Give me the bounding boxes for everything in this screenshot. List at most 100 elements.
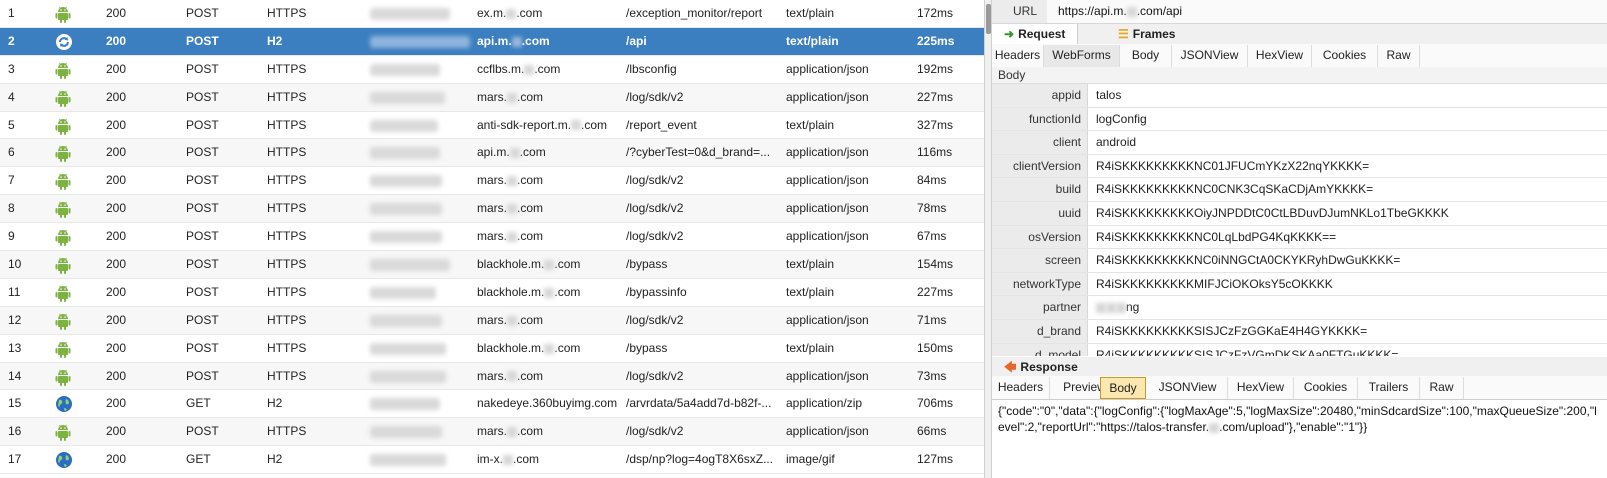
method: POST [186,61,219,76]
arrow-left-icon: 🡄 [1004,360,1017,374]
url-label: URL [992,0,1047,23]
request-tab-jsonview[interactable]: JSONView [1172,45,1248,67]
response-tab-body[interactable]: Body [1100,377,1146,399]
form-row[interactable]: client android [992,131,1607,155]
session-number: 12 [8,312,22,327]
form-row[interactable]: d_model R4iSKKKKKKKKKSISJCzFzVGmDKSKAa0FT… [992,343,1607,356]
session-row[interactable]: 1 200 POST HTTPS ex.m. .com/exception_monitor… [0,0,984,28]
form-key: appid [992,84,1088,107]
redacted-mask [544,259,555,270]
content-type: text/plain [786,33,839,48]
content-type: application/zip [786,396,863,411]
protocol: HTTPS [267,145,307,160]
result-code: 200 [106,201,127,216]
form-key: functionId [992,107,1088,131]
response-tab-headers[interactable]: Headers [992,377,1050,399]
request-tab-hexview[interactable]: HexView [1248,45,1312,67]
refresh-icon [55,33,75,51]
form-key: d_brand [992,319,1088,343]
url-path: /report_event [626,117,697,132]
redacted-remote-ip [370,175,442,188]
redacted-mask [503,455,513,466]
response-tab-hexview[interactable]: HexView [1228,377,1294,399]
response-tab-raw[interactable]: Raw [1420,377,1464,399]
form-row[interactable]: functionId logConfig [992,107,1607,132]
session-number: 11 [8,284,21,299]
redacted-remote-ip [370,91,445,104]
response-tab-jsonview[interactable]: JSONView [1148,377,1228,399]
session-row[interactable]: 6 200 POST HTTPS api.m. .com /?cyberTest=0&d_b… [0,139,984,168]
request-tab-body[interactable]: Body [1120,45,1172,67]
result-code: 200 [106,396,127,411]
scrollbar-thumb[interactable] [986,4,991,34]
session-row[interactable]: 17 200 GET H2 im-x. .com/dsp/np?log=4ogT8X6sx… [0,446,984,475]
session-row[interactable]: 16 200 POST HTTPS mars. .com/log/sdk/v2 applic… [0,418,984,447]
session-row[interactable]: 8 200 POST HTTPS mars. .com/log/sdk/v2 applica… [0,195,984,224]
session-row[interactable]: 2 200 POST H2 api.m. .com/api text/plain 225ms [0,27,984,56]
url-value[interactable]: https://api.m. .com/api [1058,0,1182,23]
form-row[interactable]: networkType R4iSKKKKKKKKKMIFJCiOKOksY5cOK… [992,272,1607,297]
form-row[interactable]: appid talos [992,84,1607,108]
session-row[interactable]: 3 200 POST HTTPS ccflbs.m. .com/lbsconfig appl… [0,55,984,84]
form-row[interactable]: osVersion R4iSKKKKKKKKKNC0LqLbdPG4KqKKKK=… [992,225,1607,250]
response-tab-cookies[interactable]: Cookies [1294,377,1358,399]
session-row[interactable]: 13 200 POST HTTPS blackhole.m. .com/bypass tex… [0,334,984,363]
host: api.m. .com [477,145,546,160]
protocol: HTTPS [267,312,307,327]
tab-frames-label: Frames [1132,27,1176,41]
request-tab-webforms[interactable]: WebForms [1044,45,1120,67]
arrow-right-icon: ➜ [1004,27,1015,41]
form-value: R4iSKKKKKKKKKNC0iNNGCtA0CKYKRyhDwGuKKKK= [1096,253,1401,268]
form-row[interactable]: uuid R4iSKKKKKKKKKOiyJNPDDtC0CtLBDuvDJumN… [992,201,1607,226]
session-row[interactable]: 12 200 POST HTTPS mars. .com/log/sdk/v2 applic… [0,306,984,335]
protocol: HTTPS [267,6,307,20]
form-row[interactable]: screen R4iSKKKKKKKKKNC0iNNGCtA0CKYKRyhDwG… [992,249,1607,273]
response-time: 154ms [917,257,954,272]
list-icon: ☰ [1118,27,1129,41]
form-key: osVersion [992,225,1088,249]
session-number: 17 [8,452,22,467]
form-row[interactable]: build R4iSKKKKKKKKKNC0CNK3CqSKaCDjAmYKKKK… [992,178,1607,202]
request-tab-cookies[interactable]: Cookies [1312,45,1378,67]
redacted-mask [507,315,517,326]
form-value: R4iSKKKKKKKKKNC01JFUCmYKzX22nqYKKKK= [1096,158,1370,173]
session-row[interactable]: 9 200 POST HTTPS mars. .com/log/sdk/v2 applica… [0,223,984,252]
tab-response[interactable]: 🡄 Response [992,357,1090,378]
session-row[interactable]: 14 200 POST HTTPS mars. .com/log/sdk/v2 applic… [0,362,984,391]
session-row[interactable]: 11 200 POST HTTPS blackhole.m. .com/bypassinf… [0,278,984,307]
response-body[interactable]: {"code":"0","data":{"logConfig":{"logMax… [992,401,1607,478]
redacted-mask [509,148,520,159]
splitter[interactable] [984,0,992,478]
session-row[interactable]: 10 200 POST HTTPS blackhole.m. .com/bypass tex… [0,251,984,279]
redacted-remote-ip [370,147,440,160]
redacted-remote-ip [370,259,450,272]
request-tab-headers[interactable]: Headers [992,45,1044,67]
redacted-mask [544,287,555,298]
url-path: /dsp/np?log=4ogT8X6sxZ... [626,452,774,467]
tab-request[interactable]: ➜ Request [992,24,1079,45]
session-row[interactable]: 7 200 POST HTTPS mars. .com/log/sdk/v2 applica… [0,167,984,196]
protocol: HTTPS [267,368,307,383]
content-type: application/json [786,424,869,439]
session-number: 2 [8,33,15,48]
session-row[interactable]: 15 200 GET H2 nakedeye.360buyimg.com/arvrdat… [0,390,984,419]
host: mars. .com [477,424,544,439]
redacted-mask [1116,303,1126,314]
form-key: clientVersion [992,154,1088,178]
session-row[interactable]: 4 200 POST HTTPS mars. .com/log/sdk/v2 applica… [0,83,984,112]
protocol: HTTPS [267,340,307,355]
webforms-table: appid talos functionId logConfig client andro… [992,84,1607,356]
tab-frames[interactable]: ☰ Frames [1106,24,1187,45]
host: mars. .com [477,368,544,383]
host: mars. .com [477,173,544,188]
host: mars. .com [477,201,544,216]
form-row[interactable]: clientVersion R4iSKKKKKKKKKNC01JFUCmYKzX2… [992,154,1607,179]
method: GET [186,452,211,467]
form-row[interactable]: d_brand R4iSKKKKKKKKKSISJCzFzGGKaE4H4GYKK… [992,319,1607,344]
session-row[interactable]: 5 200 POST HTTPS anti-sdk-report.m. .com/repo… [0,111,984,140]
form-row[interactable]: partner ng [992,296,1607,320]
content-type: text/plain [786,340,835,355]
request-tab-raw[interactable]: Raw [1378,45,1420,67]
response-tab-trailers[interactable]: Trailers [1358,377,1420,399]
response-time: 225ms [917,33,955,48]
